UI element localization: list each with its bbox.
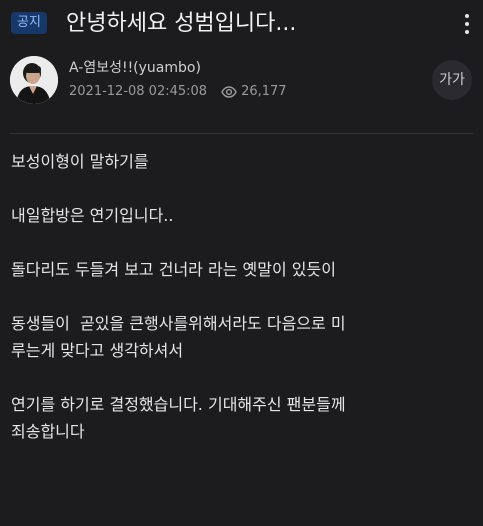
avatar-image: [10, 56, 58, 104]
font-size-button[interactable]: 가가: [432, 60, 472, 100]
notice-badge: 공지: [11, 12, 47, 34]
eye-icon: [221, 86, 237, 98]
post-meta: 2021-12-08 02:45:08 26,177: [69, 83, 287, 101]
content-line: 루는게 맞다고 생각하셔서: [11, 341, 184, 360]
post-date: 2021-12-08 02:45:08: [69, 84, 208, 99]
content-line: 돌다리도 두들겨 보고 건너라 라는 옛말이 있듯이: [11, 260, 336, 279]
divider: [10, 133, 473, 134]
avatar[interactable]: [10, 56, 58, 104]
post-header: 공지 안녕하세요 성범입니다...: [0, 0, 483, 48]
post-content: 보성이형이 말하기를 내일합방은 연기입니다.. 돌다리도 두들겨 보고 건너라…: [11, 148, 473, 445]
content-line: 연기를 하기로 결정했습니다. 기대해주신 팬분들께: [11, 395, 346, 414]
content-line: 내일합방은 연기입니다..: [11, 206, 174, 225]
content-line: 동생들이 곧있을 큰행사를위해서라도 다음으로 미: [11, 314, 346, 333]
author-name[interactable]: A-염보성!!(yuambo): [69, 59, 201, 77]
post-title: 안녕하세요 성범입니다...: [66, 11, 297, 36]
more-options-button[interactable]: [455, 10, 479, 38]
view-count: 26,177: [241, 84, 287, 99]
author-info: A-염보성!!(yuambo) 2021-12-08 02:45:08 26,1…: [0, 52, 483, 114]
content-line: 보성이형이 말하기를: [11, 152, 149, 171]
content-line: 죄송합니다: [11, 422, 85, 441]
